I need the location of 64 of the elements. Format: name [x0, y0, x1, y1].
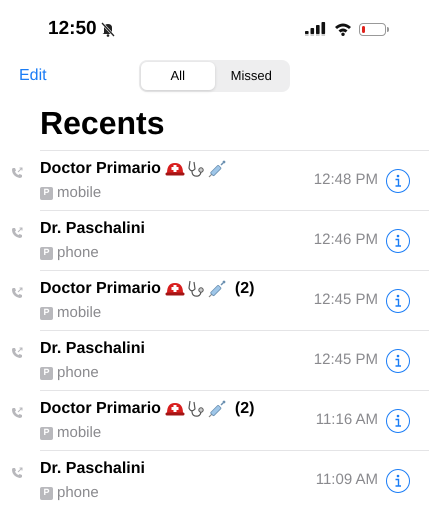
info-button[interactable] [386, 228, 410, 252]
outgoing-call-icon [11, 407, 23, 419]
filter-tab[interactable]: Missed [214, 62, 288, 90]
contact-name: Dr. Paschalini [40, 218, 145, 239]
wifi-icon [334, 22, 352, 36]
syringe-icon [206, 278, 227, 299]
stethoscope-icon [186, 398, 206, 419]
phone-label: mobile [57, 422, 102, 443]
label-badge: P [40, 186, 53, 200]
info-icon [394, 294, 402, 308]
call-row[interactable]: Dr. Paschalini P phone 12:46 PM [40, 210, 429, 270]
call-row[interactable]: Dr. Paschalini P phone 12:45 PM [40, 330, 429, 390]
info-icon [394, 234, 402, 248]
label-badge: P [40, 306, 53, 320]
call-count: (2) [234, 398, 254, 419]
info-button[interactable] [386, 468, 410, 492]
call-row[interactable]: Doctor Primario (2) P mobile 12:45 PM [40, 270, 429, 330]
phone-label: phone [57, 362, 99, 383]
contact-name: Dr. Paschalini [40, 458, 145, 479]
page-title: Recents [39, 104, 166, 143]
syringe-icon [206, 158, 227, 179]
signal-icon [305, 22, 327, 36]
stethoscope-icon [186, 158, 206, 179]
label-badge: P [40, 426, 53, 440]
call-row[interactable]: Doctor Primario P mobile 12:48 PM [40, 150, 429, 210]
outgoing-call-icon [11, 287, 23, 299]
call-time: 12:46 PM [314, 230, 378, 250]
contact-name: Doctor Primario [40, 278, 161, 299]
label-badge: P [40, 486, 53, 500]
contact-name: Doctor Primario [40, 398, 161, 419]
info-button[interactable] [386, 408, 410, 432]
outgoing-call-icon [11, 467, 23, 479]
syringe-icon [206, 398, 227, 419]
phone-label: mobile [57, 302, 102, 323]
contact-name: Doctor Primario [40, 158, 161, 179]
info-icon [394, 414, 402, 428]
info-icon [394, 354, 402, 368]
call-count: (2) [234, 278, 254, 299]
phone-label: phone [57, 242, 99, 263]
call-time: 12:45 PM [314, 350, 378, 370]
outgoing-call-icon [11, 167, 23, 179]
clock-time: 12:50 [48, 16, 97, 41]
filter-tab[interactable]: All [141, 62, 214, 90]
info-icon [394, 474, 402, 488]
outgoing-call-icon [11, 227, 23, 239]
call-row[interactable]: Doctor Primario (2) P mobile 11:16 AM [40, 390, 429, 450]
battery-icon [359, 22, 389, 36]
outgoing-call-icon [11, 347, 23, 359]
label-badge: P [40, 246, 53, 260]
info-icon [394, 174, 402, 188]
call-row[interactable]: Dr. Paschalini P phone 11:09 AM [40, 450, 429, 510]
info-button[interactable] [386, 348, 410, 372]
phone-label: phone [57, 482, 99, 503]
label-badge: P [40, 366, 53, 380]
call-time: 12:48 PM [314, 170, 378, 190]
phone-label: mobile [57, 182, 102, 203]
info-button[interactable] [386, 288, 410, 312]
call-time: 12:45 PM [314, 290, 378, 310]
call-time: 11:16 AM [316, 410, 378, 430]
stethoscope-icon [186, 278, 206, 299]
contact-name: Dr. Paschalini [40, 338, 145, 359]
call-time: 11:09 AM [316, 470, 378, 490]
edit-button[interactable]: Edit [19, 64, 139, 88]
info-button[interactable] [386, 168, 410, 192]
